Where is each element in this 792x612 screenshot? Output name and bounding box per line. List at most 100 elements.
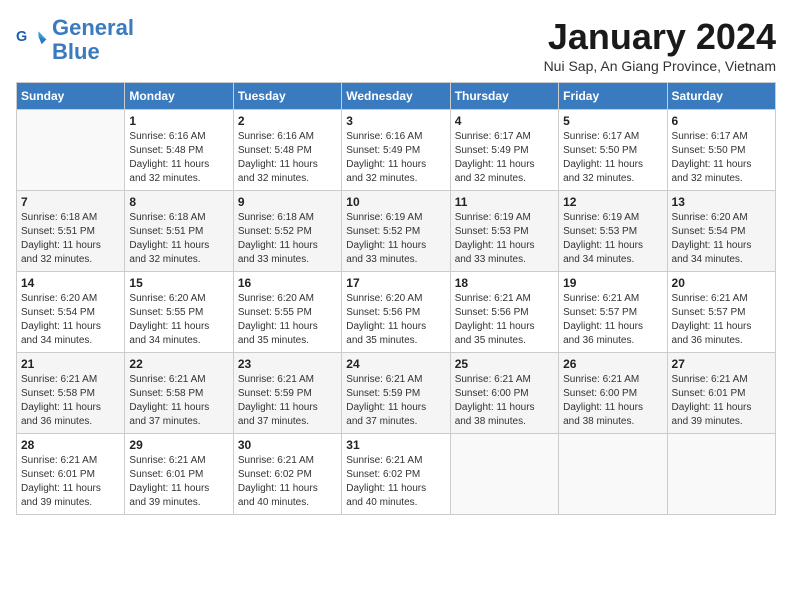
calendar-week-row: 28 Sunrise: 6:21 AM Sunset: 6:01 PM Dayli… xyxy=(17,434,776,515)
empty-cell xyxy=(667,434,775,515)
day-info: Sunrise: 6:18 AM Sunset: 5:51 PM Dayligh… xyxy=(21,211,120,267)
day-number: 24 xyxy=(346,357,445,371)
day-number: 17 xyxy=(346,276,445,290)
day-cell: 17Sunrise: 6:20 AM Sunset: 5:56 PM Dayli… xyxy=(342,272,450,353)
day-header-thursday: Thursday xyxy=(450,83,558,110)
day-number: 28 xyxy=(21,438,120,452)
day-cell: 4 Sunrise: 6:17 AM Sunset: 5:49 PM Daylig… xyxy=(450,110,558,191)
day-header-wednesday: Wednesday xyxy=(342,83,450,110)
day-cell: 22 Sunrise: 6:21 AM Sunset: 5:58 PM Dayli… xyxy=(125,353,233,434)
day-number: 13 xyxy=(672,195,771,209)
day-cell: 24 Sunrise: 6:21 AM Sunset: 5:59 PM Dayli… xyxy=(342,353,450,434)
day-info: Sunrise: 6:21 AM Sunset: 6:02 PM Dayligh… xyxy=(238,454,337,510)
day-info: Sunrise: 6:21 AM Sunset: 6:01 PM Dayligh… xyxy=(129,454,228,510)
day-cell: 31 Sunrise: 6:21 AM Sunset: 6:02 PM Dayli… xyxy=(342,434,450,515)
day-cell: 5 Sunrise: 6:17 AM Sunset: 5:50 PM Daylig… xyxy=(559,110,667,191)
day-cell: 29Sunrise: 6:21 AM Sunset: 6:01 PM Dayli… xyxy=(125,434,233,515)
empty-cell xyxy=(17,110,125,191)
day-cell: 26Sunrise: 6:21 AM Sunset: 6:00 PM Dayli… xyxy=(559,353,667,434)
day-number: 22 xyxy=(129,357,228,371)
calendar-week-row: 21 Sunrise: 6:21 AM Sunset: 5:58 PM Dayli… xyxy=(17,353,776,434)
logo-text: General Blue xyxy=(52,16,134,64)
day-number: 16 xyxy=(238,276,337,290)
day-info: Sunrise: 6:21 AM Sunset: 5:59 PM Dayligh… xyxy=(238,373,337,429)
day-info: Sunrise: 6:18 AM Sunset: 5:51 PM Dayligh… xyxy=(129,211,228,267)
svg-text:G: G xyxy=(16,29,27,45)
day-info: Sunrise: 6:17 AM Sunset: 5:50 PM Dayligh… xyxy=(563,130,662,186)
logo: G General Blue xyxy=(16,16,134,64)
day-info: Sunrise: 6:20 AM Sunset: 5:54 PM Dayligh… xyxy=(672,211,771,267)
day-number: 27 xyxy=(672,357,771,371)
day-info: Sunrise: 6:21 AM Sunset: 6:01 PM Dayligh… xyxy=(672,373,771,429)
day-number: 30 xyxy=(238,438,337,452)
day-info: Sunrise: 6:21 AM Sunset: 5:58 PM Dayligh… xyxy=(21,373,120,429)
day-header-friday: Friday xyxy=(559,83,667,110)
day-info: Sunrise: 6:16 AM Sunset: 5:48 PM Dayligh… xyxy=(238,130,337,186)
day-info: Sunrise: 6:20 AM Sunset: 5:55 PM Dayligh… xyxy=(129,292,228,348)
day-info: Sunrise: 6:20 AM Sunset: 5:55 PM Dayligh… xyxy=(238,292,337,348)
day-info: Sunrise: 6:18 AM Sunset: 5:52 PM Dayligh… xyxy=(238,211,337,267)
day-cell: 2 Sunrise: 6:16 AM Sunset: 5:48 PM Daylig… xyxy=(233,110,341,191)
day-number: 26 xyxy=(563,357,662,371)
day-number: 3 xyxy=(346,114,445,128)
day-number: 31 xyxy=(346,438,445,452)
day-cell: 11 Sunrise: 6:19 AM Sunset: 5:53 PM Dayli… xyxy=(450,191,558,272)
day-info: Sunrise: 6:21 AM Sunset: 5:57 PM Dayligh… xyxy=(672,292,771,348)
day-number: 21 xyxy=(21,357,120,371)
day-number: 15 xyxy=(129,276,228,290)
day-header-sunday: Sunday xyxy=(17,83,125,110)
day-info: Sunrise: 6:21 AM Sunset: 5:57 PM Dayligh… xyxy=(563,292,662,348)
day-info: Sunrise: 6:16 AM Sunset: 5:48 PM Dayligh… xyxy=(129,130,228,186)
day-number: 18 xyxy=(455,276,554,290)
day-info: Sunrise: 6:20 AM Sunset: 5:54 PM Dayligh… xyxy=(21,292,120,348)
day-cell: 15 Sunrise: 6:20 AM Sunset: 5:55 PM Dayli… xyxy=(125,272,233,353)
day-cell: 23 Sunrise: 6:21 AM Sunset: 5:59 PM Dayli… xyxy=(233,353,341,434)
empty-cell xyxy=(450,434,558,515)
day-cell: 6Sunrise: 6:17 AM Sunset: 5:50 PM Daylig… xyxy=(667,110,775,191)
title-block: January 2024 Nui Sap, An Giang Province,… xyxy=(544,16,776,74)
day-cell: 30 Sunrise: 6:21 AM Sunset: 6:02 PM Dayli… xyxy=(233,434,341,515)
day-cell: 10 Sunrise: 6:19 AM Sunset: 5:52 PM Dayli… xyxy=(342,191,450,272)
day-cell: 21 Sunrise: 6:21 AM Sunset: 5:58 PM Dayli… xyxy=(17,353,125,434)
day-number: 6 xyxy=(672,114,771,128)
day-cell: 19 Sunrise: 6:21 AM Sunset: 5:57 PM Dayli… xyxy=(559,272,667,353)
day-cell: 7 Sunrise: 6:18 AM Sunset: 5:51 PM Daylig… xyxy=(17,191,125,272)
day-info: Sunrise: 6:21 AM Sunset: 5:59 PM Dayligh… xyxy=(346,373,445,429)
day-cell: 9 Sunrise: 6:18 AM Sunset: 5:52 PM Daylig… xyxy=(233,191,341,272)
day-number: 10 xyxy=(346,195,445,209)
calendar-week-row: 14Sunrise: 6:20 AM Sunset: 5:54 PM Dayli… xyxy=(17,272,776,353)
day-number: 11 xyxy=(455,195,554,209)
day-number: 2 xyxy=(238,114,337,128)
day-cell: 18Sunrise: 6:21 AM Sunset: 5:56 PM Dayli… xyxy=(450,272,558,353)
day-cell: 3 Sunrise: 6:16 AM Sunset: 5:49 PM Daylig… xyxy=(342,110,450,191)
day-number: 7 xyxy=(21,195,120,209)
day-number: 25 xyxy=(455,357,554,371)
day-number: 9 xyxy=(238,195,337,209)
day-cell: 8 Sunrise: 6:18 AM Sunset: 5:51 PM Daylig… xyxy=(125,191,233,272)
day-info: Sunrise: 6:21 AM Sunset: 6:01 PM Dayligh… xyxy=(21,454,120,510)
day-info: Sunrise: 6:21 AM Sunset: 6:02 PM Dayligh… xyxy=(346,454,445,510)
day-header-saturday: Saturday xyxy=(667,83,775,110)
day-info: Sunrise: 6:17 AM Sunset: 5:49 PM Dayligh… xyxy=(455,130,554,186)
day-number: 8 xyxy=(129,195,228,209)
empty-cell xyxy=(559,434,667,515)
day-cell: 25Sunrise: 6:21 AM Sunset: 6:00 PM Dayli… xyxy=(450,353,558,434)
day-cell: 13 Sunrise: 6:20 AM Sunset: 5:54 PM Dayli… xyxy=(667,191,775,272)
day-number: 5 xyxy=(563,114,662,128)
day-info: Sunrise: 6:19 AM Sunset: 5:53 PM Dayligh… xyxy=(563,211,662,267)
day-number: 23 xyxy=(238,357,337,371)
logo-icon: G xyxy=(16,25,48,57)
day-info: Sunrise: 6:16 AM Sunset: 5:49 PM Dayligh… xyxy=(346,130,445,186)
calendar-week-row: 1 Sunrise: 6:16 AM Sunset: 5:48 PM Daylig… xyxy=(17,110,776,191)
location: Nui Sap, An Giang Province, Vietnam xyxy=(544,58,776,74)
calendar-header-row: SundayMondayTuesdayWednesdayThursdayFrid… xyxy=(17,83,776,110)
day-number: 19 xyxy=(563,276,662,290)
day-info: Sunrise: 6:21 AM Sunset: 5:58 PM Dayligh… xyxy=(129,373,228,429)
day-info: Sunrise: 6:19 AM Sunset: 5:53 PM Dayligh… xyxy=(455,211,554,267)
day-number: 1 xyxy=(129,114,228,128)
day-cell: 28 Sunrise: 6:21 AM Sunset: 6:01 PM Dayli… xyxy=(17,434,125,515)
day-number: 4 xyxy=(455,114,554,128)
day-cell: 20Sunrise: 6:21 AM Sunset: 5:57 PM Dayli… xyxy=(667,272,775,353)
day-info: Sunrise: 6:19 AM Sunset: 5:52 PM Dayligh… xyxy=(346,211,445,267)
calendar-week-row: 7 Sunrise: 6:18 AM Sunset: 5:51 PM Daylig… xyxy=(17,191,776,272)
